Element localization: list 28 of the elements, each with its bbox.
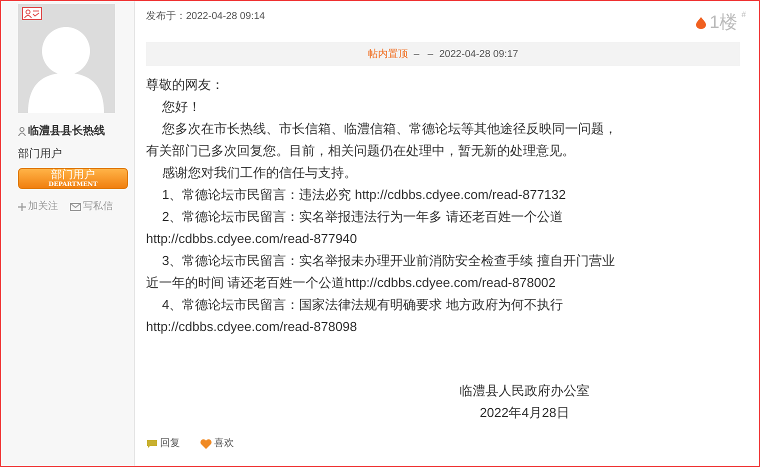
body-paragraph: 感谢您对我们工作的信任与支持。 <box>161 164 358 182</box>
id-card-icon <box>22 7 42 20</box>
body-paragraph: 您多次在市长热线、市长信箱、临澧信箱、常德论坛等其他途径反映同一问题，有关部门已多次回复您。目前，相关问题仍在处理中，暂无新的处理意见。 <box>146 120 618 160</box>
signature-line: 临澧县人民政府办公室 <box>460 382 590 400</box>
body-paragraph: 您好！ <box>161 98 202 116</box>
badge-title: 部门用户 <box>51 170 95 180</box>
floor-number: 1楼 <box>710 11 738 34</box>
pin-label: 帖内置顶 <box>368 48 408 62</box>
heart-icon <box>200 438 212 448</box>
avatar[interactable] <box>18 4 115 113</box>
publish-time: 发布于：2022-04-28 09:14 <box>146 10 265 24</box>
greeting: 尊敬的网友： <box>146 76 225 94</box>
pin-time: 2022-04-28 09:17 <box>439 48 518 62</box>
like-link[interactable]: 喜欢 <box>200 436 234 451</box>
body-paragraph: 2、常德论坛市民留言：实名举报违法行为一年多 请还老百姓一个公道 http://cdbbs.cdyee.com/read-877940 <box>146 208 564 248</box>
speech-bubble-icon <box>146 438 158 448</box>
user-group: 部门用户 <box>18 146 134 162</box>
body-paragraph: 1、常德论坛市民留言：违法必究 http://cdbbs.cdyee.com/read-877132 <box>161 186 567 204</box>
user-icon <box>18 126 26 136</box>
envelope-icon <box>70 202 81 210</box>
body-paragraph: 3、常德论坛市民留言：实名举报未办理开业前消防安全检查手续 擅自开门营业近一年的时间 请还老百姓一个公道http://cdbbs.cdyee.com/read-878002 <box>146 252 616 292</box>
pin-separator: – – <box>414 48 434 62</box>
floor-mark: # <box>742 9 746 21</box>
author-name[interactable]: 临澧县县长热线 <box>28 123 105 140</box>
signature-line: 2022年4月28日 <box>480 404 570 422</box>
reply-link[interactable]: 回复 <box>146 436 180 451</box>
plus-icon <box>18 202 26 210</box>
body-paragraph: 4、常德论坛市民留言：国家法律法规有明确要求 地方政府为何不执行 http://cdbbs.cdyee.com/read-878098 <box>146 296 564 336</box>
